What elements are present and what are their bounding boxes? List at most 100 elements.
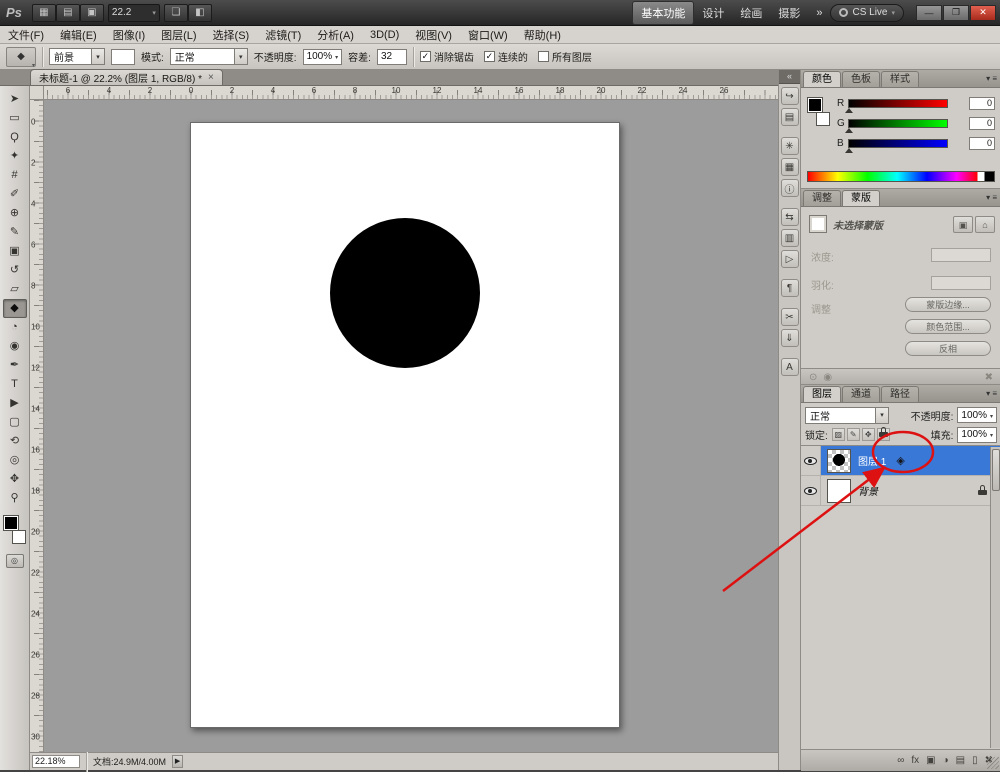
menu-item[interactable]: 图像(I)	[105, 27, 153, 43]
info-panel-icon[interactable]: ⓘ	[781, 179, 799, 197]
document-tab[interactable]: 未标题-1 @ 22.2% (图层 1, RGB/8) * ×	[30, 69, 223, 85]
arrange-documents-icon[interactable]: ❏	[164, 4, 188, 22]
mask-enable-icon[interactable]: ⊙	[809, 372, 817, 383]
visibility-eye-icon[interactable]	[804, 457, 817, 465]
pen-tool[interactable]: ✒	[3, 356, 27, 375]
menu-item[interactable]: 选择(S)	[205, 27, 258, 43]
blend-mode-dropdown[interactable]: 正常	[170, 48, 248, 65]
menu-item[interactable]: 滤镜(T)	[257, 27, 309, 43]
hand-tool[interactable]: ✥	[3, 470, 27, 489]
menu-item[interactable]: 3D(D)	[362, 29, 407, 41]
layer-comps-panel-icon[interactable]: ▤	[781, 108, 799, 126]
background-color-swatch[interactable]	[12, 530, 26, 544]
menu-item[interactable]: 视图(V)	[407, 27, 460, 43]
panel-tab[interactable]: 蒙版	[842, 190, 880, 206]
3d-camera-tool[interactable]: ◎	[3, 451, 27, 470]
panel-menu-icon[interactable]	[986, 193, 997, 202]
zoom-level-control[interactable]: 22.2	[108, 4, 160, 22]
collapse-panels-button[interactable]: «	[779, 70, 800, 84]
tool-preset-picker[interactable]: ◆	[6, 47, 36, 67]
opacity-field[interactable]: 100%	[303, 49, 343, 65]
panel-tab[interactable]: 通道	[842, 386, 880, 402]
fill-source-dropdown[interactable]: 前景	[49, 48, 105, 65]
foreground-color-swatch[interactable]	[4, 516, 18, 530]
animation-panel-icon[interactable]: ▷	[781, 250, 799, 268]
foreground-color-swatch[interactable]	[808, 98, 822, 112]
canvas-area[interactable]	[44, 100, 778, 752]
quick-mask-button[interactable]: ◎	[6, 554, 24, 568]
lock-image-pixels-icon[interactable]: ✎	[847, 428, 860, 441]
mask-refine-button[interactable]: 颜色范围...	[905, 319, 991, 334]
resize-grip[interactable]	[987, 757, 999, 769]
brush-tool[interactable]: ✎	[3, 223, 27, 242]
status-expand-button[interactable]: ▶	[172, 755, 183, 768]
cs-live-button[interactable]: CS Live	[830, 4, 904, 22]
slider-thumb-icon[interactable]	[845, 148, 853, 153]
new-group-icon[interactable]: ▤	[956, 755, 965, 766]
bridge-icon[interactable]: ▦	[32, 4, 56, 22]
shape-tool[interactable]: ▢	[3, 413, 27, 432]
path-selection-tool[interactable]: ▶	[3, 394, 27, 413]
paragraph-panel-icon[interactable]: ¶	[781, 279, 799, 297]
tool-presets-panel-icon[interactable]: ⇆	[781, 208, 799, 226]
menu-item[interactable]: 窗口(W)	[460, 27, 516, 43]
lock-position-icon[interactable]: ✥	[862, 428, 875, 441]
visibility-eye-icon[interactable]	[804, 487, 817, 495]
new-adjustment-layer-icon[interactable]: ◑	[943, 755, 949, 766]
workspace-button[interactable]: 设计	[694, 2, 732, 24]
link-layers-icon[interactable]: ∞	[897, 755, 904, 766]
rectangular-marquee-tool[interactable]: ▭	[3, 109, 27, 128]
mask-refine-button[interactable]: 反相	[905, 341, 991, 356]
channels-panel-icon[interactable]: ▥	[781, 229, 799, 247]
layer-thumbnail[interactable]	[827, 449, 851, 473]
panel-tab[interactable]: 颜色	[803, 71, 841, 87]
color-slider[interactable]	[848, 139, 948, 148]
view-extras-icon[interactable]: ▣	[80, 4, 104, 22]
type-tool[interactable]: T	[3, 375, 27, 394]
workspace-button[interactable]: 基本功能	[632, 1, 694, 25]
layer-opacity-field[interactable]: 100%	[957, 407, 997, 423]
mask-delete-icon[interactable]: ✖	[985, 372, 993, 383]
mask-refine-button[interactable]: 蒙版边缘...	[905, 297, 991, 312]
workspace-button[interactable]: 绘画	[732, 2, 770, 24]
channel-value[interactable]: 0	[969, 117, 995, 130]
layer-fill-field[interactable]: 100%	[957, 427, 997, 443]
actions-panel-icon[interactable]: A	[781, 358, 799, 376]
layer-thumbnail[interactable]	[827, 479, 851, 503]
quick-selection-tool[interactable]: ✦	[3, 147, 27, 166]
panel-tab[interactable]: 路径	[881, 386, 919, 402]
scrollbar-thumb[interactable]	[992, 449, 1000, 491]
color-slider[interactable]	[848, 119, 948, 128]
blur-tool[interactable]: ◔	[3, 318, 27, 337]
add-vector-mask-icon[interactable]: ⌂	[975, 216, 995, 233]
panel-menu-icon[interactable]	[986, 389, 997, 398]
clone-stamp-tool[interactable]: ▣	[3, 242, 27, 261]
navigator-panel-icon[interactable]: ⇓	[781, 329, 799, 347]
restore-button[interactable]: ❐	[943, 5, 969, 21]
layer-row[interactable]: 背景	[801, 476, 1000, 506]
visibility-cell[interactable]	[801, 476, 821, 505]
color-spectrum-bar[interactable]	[807, 171, 995, 182]
panel-tab[interactable]: 图层	[803, 386, 841, 402]
background-color-swatch[interactable]	[816, 112, 830, 126]
visibility-cell[interactable]	[801, 446, 821, 475]
lock-all-icon[interactable]	[877, 428, 890, 441]
history-brush-tool[interactable]: ↺	[3, 261, 27, 280]
new-layer-icon[interactable]: ▯	[972, 755, 978, 766]
pattern-swatch[interactable]	[111, 49, 135, 65]
option-checkbox[interactable]	[420, 51, 431, 62]
close-button[interactable]: ✕	[970, 5, 996, 21]
close-icon[interactable]: ×	[208, 72, 214, 83]
layer-blend-mode-dropdown[interactable]: 正常	[805, 407, 889, 424]
layer-effects-icon[interactable]: fx	[911, 755, 919, 766]
healing-brush-tool[interactable]: ⊕	[3, 204, 27, 223]
clone-source-panel-icon[interactable]: ✂	[781, 308, 799, 326]
layer-row[interactable]: 图层 1◈	[801, 446, 1000, 476]
mask-apply-icon[interactable]: ◉	[823, 372, 832, 383]
color-slider[interactable]	[848, 99, 948, 108]
menu-item[interactable]: 文件(F)	[0, 27, 52, 43]
lock-transparent-pixels-icon[interactable]: ▨	[832, 428, 845, 441]
panel-tab[interactable]: 样式	[881, 71, 919, 87]
layer-name[interactable]: 图层 1	[858, 453, 886, 468]
workspace-overflow-button[interactable]: »	[812, 7, 826, 19]
